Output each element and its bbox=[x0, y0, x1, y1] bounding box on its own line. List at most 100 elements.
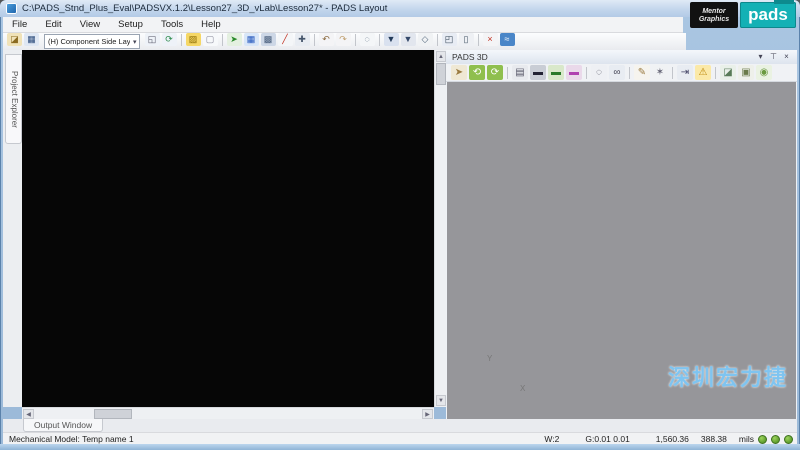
left-dock-strip: Project Explorer bbox=[3, 50, 22, 407]
layer-selector-value: (H) Component Side Lay bbox=[48, 37, 130, 46]
panel-close-button[interactable]: × bbox=[780, 51, 793, 63]
pcb-artwork bbox=[22, 50, 434, 407]
pads-logo-tab bbox=[774, 0, 794, 4]
select-filter-icon[interactable]: ◇ bbox=[418, 33, 433, 46]
watermark-text: 深圳宏力捷 bbox=[668, 360, 788, 392]
toolbar-separator bbox=[629, 67, 630, 79]
rotate-ccw-icon[interactable]: ⟲ bbox=[469, 65, 485, 80]
toolbar-separator bbox=[507, 67, 508, 79]
status-indicator-2[interactable] bbox=[771, 435, 780, 444]
axis-y-label: Y bbox=[487, 354, 493, 363]
menu-item-view[interactable]: View bbox=[71, 17, 109, 32]
redraw-icon[interactable]: ⟳ bbox=[162, 33, 177, 46]
measure-pencil-icon[interactable]: ✎ bbox=[634, 65, 650, 80]
pads3d-panel-title: PADS 3D bbox=[452, 52, 488, 62]
toolbar-icon-group: ◱⟳▨▢➤▦▩╱✚↶↷◌▼▼◇◰▯×≈ bbox=[144, 33, 516, 51]
add-route-icon[interactable]: ╱ bbox=[278, 33, 293, 46]
pads3d-panel: PADS 3D ▾ ⊤ × ➤⟲⟳▤▬▬▬◌∞✎✶⇥⚠◪▣◉ Y X 深圳宏力捷 bbox=[446, 50, 797, 420]
toolbar-separator bbox=[355, 34, 356, 46]
rotate-cw-icon[interactable]: ⟳ bbox=[487, 65, 503, 80]
menu-item-help[interactable]: Help bbox=[192, 17, 230, 32]
display-filter-icon[interactable]: ▼ bbox=[384, 33, 399, 46]
scroll-up-button[interactable]: ▲ bbox=[436, 51, 446, 62]
project-explorer-tab[interactable]: Project Explorer bbox=[5, 54, 22, 144]
scroll-down-button[interactable]: ▼ bbox=[436, 395, 446, 406]
horizontal-scroll-thumb[interactable] bbox=[94, 409, 132, 419]
collapse-distance-icon[interactable]: ⇥ bbox=[677, 65, 693, 80]
board-top-icon[interactable]: ▬ bbox=[548, 65, 564, 80]
redo-icon[interactable]: ↷ bbox=[336, 33, 351, 46]
status-indicator-3[interactable] bbox=[784, 435, 793, 444]
status-mechanical-model: Mechanical Model: Temp name 1 bbox=[9, 434, 134, 444]
board-bottom-icon[interactable]: ▬ bbox=[530, 65, 546, 80]
pads3d-panel-header[interactable]: PADS 3D ▾ ⊤ × bbox=[446, 50, 797, 65]
bottom-tab-row: Output Window bbox=[3, 419, 797, 432]
scroll-right-button[interactable]: ▶ bbox=[422, 409, 433, 419]
measure-points-icon[interactable]: ✶ bbox=[652, 65, 668, 80]
scroll-left-button[interactable]: ◀ bbox=[23, 409, 34, 419]
move-mode-icon[interactable]: ✚ bbox=[295, 33, 310, 46]
toolbar-separator bbox=[379, 34, 380, 46]
mentor-graphics-logo: Mentor Graphics bbox=[690, 2, 738, 28]
layer-selector[interactable]: (H) Component Side Lay ▾ bbox=[44, 34, 140, 49]
toolbar-separator bbox=[586, 67, 587, 79]
check-board-icon[interactable]: ◪ bbox=[720, 65, 736, 80]
clearance-warning-icon[interactable]: ⚠ bbox=[695, 65, 711, 80]
open-file-icon[interactable]: ◪ bbox=[7, 33, 22, 46]
pads-logo: pads bbox=[740, 2, 796, 28]
brand-area: Mentor Graphics pads bbox=[690, 2, 796, 28]
toolbar-separator bbox=[314, 34, 315, 46]
window-title: C:\PADS_Stnd_Plus_Eval\PADSVX.1.2\Lesson… bbox=[22, 3, 387, 14]
board-transparent-icon[interactable]: ▬ bbox=[566, 65, 582, 80]
pads-logo-text: pads bbox=[748, 5, 788, 24]
edit-filter-icon[interactable]: ▼ bbox=[401, 33, 416, 46]
application-window: C:\PADS_Stnd_Plus_Eval\PADSVX.1.2\Lesson… bbox=[0, 0, 800, 450]
menu-item-edit[interactable]: Edit bbox=[36, 17, 70, 32]
save-file-icon[interactable]: ▦ bbox=[24, 33, 39, 46]
find-part-icon[interactable]: ∞ bbox=[609, 65, 625, 80]
close-doc-icon[interactable]: × bbox=[483, 33, 498, 46]
link-tool-icon[interactable]: ◰ bbox=[442, 33, 457, 46]
sphere-view-icon[interactable]: ◉ bbox=[756, 65, 772, 80]
pour-plain-icon[interactable]: ▢ bbox=[203, 33, 218, 46]
status-indicator-1[interactable] bbox=[758, 435, 767, 444]
toolbar-separator bbox=[222, 34, 223, 46]
export-model-icon[interactable]: ▣ bbox=[738, 65, 754, 80]
window-bottom-border bbox=[0, 444, 800, 450]
zoom-search-icon[interactable]: ◌ bbox=[591, 65, 607, 80]
layers-3d-icon[interactable]: ≈ bbox=[500, 33, 515, 46]
menu-item-setup[interactable]: Setup bbox=[109, 17, 152, 32]
output-window-tab[interactable]: Output Window bbox=[23, 419, 103, 432]
main-toolbar: ◪▦ (H) Component Side Lay ▾ ◱⟳▨▢➤▦▩╱✚↶↷◌… bbox=[3, 33, 686, 51]
pads3d-toolbar: ➤⟲⟳▤▬▬▬◌∞✎✶⇥⚠◪▣◉ bbox=[446, 64, 797, 82]
vertical-scroll-thumb[interactable] bbox=[436, 63, 446, 85]
chevron-down-icon[interactable]: ▾ bbox=[133, 38, 137, 46]
menu-bar: File Edit View Setup Tools Help bbox=[3, 17, 683, 33]
zoom-icon[interactable]: ◌ bbox=[360, 33, 375, 46]
file-icon-group: ◪▦ bbox=[6, 33, 40, 51]
status-coord-x: 1,560.36 bbox=[656, 434, 689, 444]
undo-icon[interactable]: ↶ bbox=[319, 33, 334, 46]
clipboard-icon[interactable]: ▯ bbox=[459, 33, 474, 46]
title-bar[interactable]: C:\PADS_Stnd_Plus_Eval\PADSVX.1.2\Lesson… bbox=[0, 0, 800, 17]
panel-pin-button[interactable]: ⊤ bbox=[767, 51, 780, 63]
status-grid: G:0.01 0.01 bbox=[585, 434, 629, 444]
axis-x-label: X bbox=[520, 384, 526, 393]
pour-hatch-icon[interactable]: ▨ bbox=[186, 33, 201, 46]
photo-view-icon[interactable]: ▩ bbox=[261, 33, 276, 46]
menu-item-tools[interactable]: Tools bbox=[152, 17, 192, 32]
pcb-layout-canvas[interactable] bbox=[22, 50, 434, 407]
status-units[interactable]: mils bbox=[739, 434, 754, 444]
eco-mode-icon[interactable]: ➤ bbox=[227, 33, 242, 46]
toolbar-separator bbox=[478, 34, 479, 46]
status-width: W:2 bbox=[544, 434, 559, 444]
grid-snap-icon[interactable]: ▦ bbox=[244, 33, 259, 46]
viewport-3d[interactable]: Y X 深圳宏力捷 bbox=[447, 82, 796, 420]
design-setup-icon[interactable]: ◱ bbox=[145, 33, 160, 46]
status-coord-y: 388.38 bbox=[701, 434, 727, 444]
view-cube-icon[interactable]: ▤ bbox=[512, 65, 528, 80]
select-pointer-icon[interactable]: ➤ bbox=[451, 65, 467, 80]
menu-item-file[interactable]: File bbox=[3, 17, 36, 32]
panel-menu-button[interactable]: ▾ bbox=[754, 51, 767, 63]
mentor-logo-line1: Mentor bbox=[702, 8, 725, 15]
